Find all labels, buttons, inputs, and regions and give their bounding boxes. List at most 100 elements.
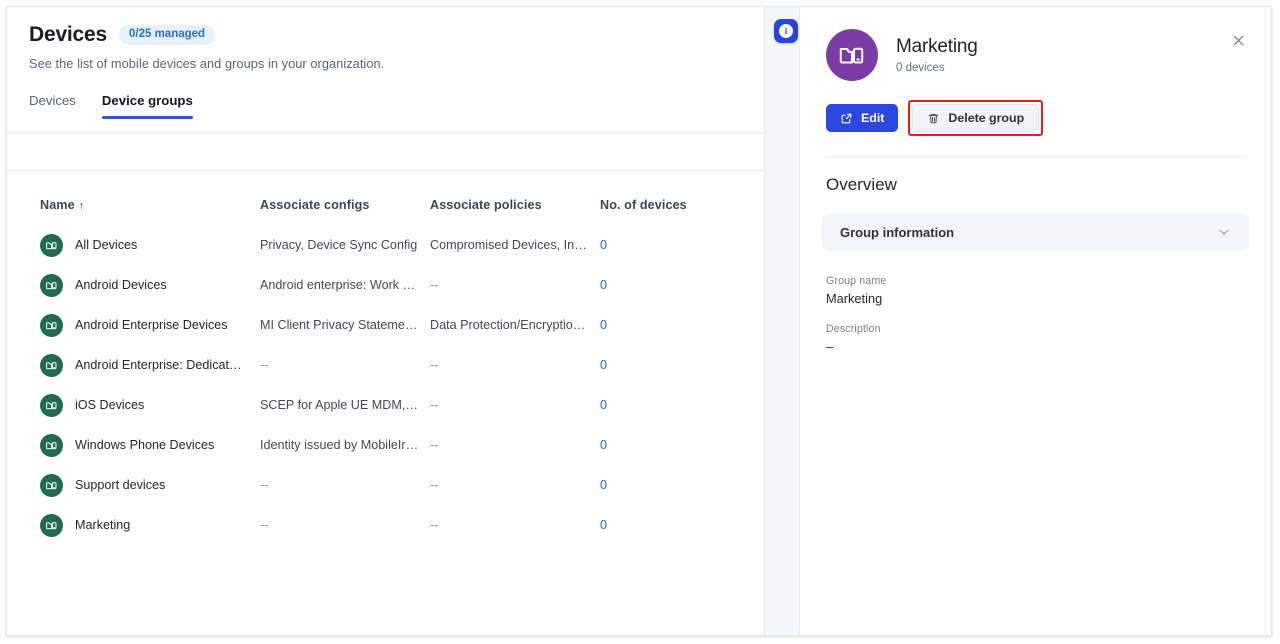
row-device-count[interactable]: 0 bbox=[600, 478, 710, 492]
column-header-name-label: Name bbox=[40, 198, 75, 212]
row-name-cell[interactable]: Support devices bbox=[40, 474, 260, 497]
edit-button-label: Edit bbox=[861, 111, 884, 125]
row-associate-configs: MI Client Privacy Stateme… bbox=[260, 318, 430, 332]
row-name-cell[interactable]: Android Devices bbox=[40, 274, 260, 297]
row-associate-configs: -- bbox=[260, 358, 430, 372]
device-group-icon bbox=[40, 314, 63, 337]
chevron-down-icon bbox=[1217, 225, 1231, 239]
managed-count-badge: 0/25 managed bbox=[119, 25, 215, 45]
row-associate-configs: -- bbox=[260, 518, 430, 532]
row-name-label: Android Enterprise: Dedicated … bbox=[75, 358, 247, 372]
device-groups-table: Name ↑ Associate configs Associate polici… bbox=[7, 185, 764, 545]
drawer-title: Marketing bbox=[896, 36, 978, 58]
row-name-cell[interactable]: iOS Devices bbox=[40, 394, 260, 417]
row-name-label: iOS Devices bbox=[75, 398, 144, 412]
toolbar-divider bbox=[7, 170, 764, 171]
column-header-associate-policies[interactable]: Associate policies bbox=[430, 198, 600, 212]
row-associate-policies: -- bbox=[430, 478, 600, 492]
row-device-count[interactable]: 0 bbox=[600, 278, 710, 292]
field-group-name: Group name Marketing bbox=[826, 275, 1245, 306]
row-name-cell[interactable]: Android Enterprise: Dedicated … bbox=[40, 354, 260, 377]
drawer-title-block: Marketing 0 devices bbox=[896, 36, 978, 74]
app-root: Devices 0/25 managed See the list of mob… bbox=[0, 0, 1280, 644]
overview-heading: Overview bbox=[826, 175, 1245, 195]
device-group-icon bbox=[40, 474, 63, 497]
row-associate-policies: Data Protection/Encryptio… bbox=[430, 318, 600, 332]
row-device-count[interactable]: 0 bbox=[600, 518, 710, 532]
table-header-row: Name ↑ Associate configs Associate polici… bbox=[7, 185, 764, 225]
toolbar-strip bbox=[7, 133, 764, 170]
delete-group-button[interactable]: Delete group bbox=[912, 104, 1039, 132]
device-group-icon bbox=[40, 514, 63, 537]
table-row[interactable]: Android DevicesAndroid enterprise: Work … bbox=[7, 265, 764, 305]
drawer-divider bbox=[826, 156, 1245, 157]
page-title: Devices bbox=[29, 23, 107, 47]
device-group-icon bbox=[40, 434, 63, 457]
drawer-gutter bbox=[764, 7, 799, 635]
group-information-accordion[interactable]: Group information bbox=[822, 213, 1249, 251]
main-content: Devices 0/25 managed See the list of mob… bbox=[7, 7, 764, 635]
device-group-icon bbox=[40, 234, 63, 257]
column-header-name[interactable]: Name ↑ bbox=[40, 198, 260, 212]
row-device-count[interactable]: 0 bbox=[600, 438, 710, 452]
row-name-label: Windows Phone Devices bbox=[75, 438, 214, 452]
table-body: All DevicesPrivacy, Device Sync ConfigCo… bbox=[7, 225, 764, 545]
info-icon-glyph: i bbox=[779, 24, 793, 38]
table-row[interactable]: All DevicesPrivacy, Device Sync ConfigCo… bbox=[7, 225, 764, 265]
group-detail-drawer: Marketing 0 devices Edit bbox=[799, 7, 1271, 635]
page-header: Devices 0/25 managed See the list of mob… bbox=[7, 7, 764, 71]
delete-group-highlight: Delete group bbox=[908, 100, 1043, 136]
external-link-icon bbox=[840, 112, 853, 125]
row-device-count[interactable]: 0 bbox=[600, 398, 710, 412]
table-row[interactable]: Windows Phone Devices Identity issued by … bbox=[7, 425, 764, 465]
field-description: Description – bbox=[826, 323, 1245, 354]
group-information-label: Group information bbox=[840, 225, 954, 240]
drawer-header: Marketing 0 devices Edit bbox=[800, 7, 1271, 136]
row-name-label: Marketing bbox=[75, 518, 130, 532]
row-name-cell[interactable]: Marketing bbox=[40, 514, 260, 537]
row-device-count[interactable]: 0 bbox=[600, 238, 710, 252]
row-name-label: Android Enterprise Devices bbox=[75, 318, 228, 332]
close-icon[interactable] bbox=[1227, 29, 1249, 51]
table-row[interactable]: Support devices----0 bbox=[7, 465, 764, 505]
row-associate-configs: SCEP for Apple UE MDM, … bbox=[260, 398, 430, 412]
row-name-cell[interactable]: Windows Phone Devices bbox=[40, 434, 260, 457]
table-row[interactable]: Android Enterprise: Dedicated …----0 bbox=[7, 345, 764, 385]
field-group-name-value: Marketing bbox=[826, 291, 1245, 306]
info-icon[interactable]: i bbox=[774, 19, 798, 43]
row-name-cell[interactable]: Android Enterprise Devices bbox=[40, 314, 260, 337]
column-header-associate-configs[interactable]: Associate configs bbox=[260, 198, 430, 212]
row-name-label: All Devices bbox=[75, 238, 137, 252]
row-name-cell[interactable]: All Devices bbox=[40, 234, 260, 257]
device-group-icon bbox=[826, 29, 878, 81]
edit-button[interactable]: Edit bbox=[826, 104, 898, 132]
row-name-label: Android Devices bbox=[75, 278, 167, 292]
row-associate-configs: Identity issued by MobileIr… bbox=[260, 438, 430, 452]
row-associate-policies: -- bbox=[430, 518, 600, 532]
page-subtitle: See the list of mobile devices and group… bbox=[29, 56, 764, 71]
row-device-count[interactable]: 0 bbox=[600, 318, 710, 332]
row-associate-policies: Compromised Devices, Int… bbox=[430, 238, 600, 252]
title-row: Devices 0/25 managed bbox=[29, 23, 764, 47]
drawer-actions: Edit Delete group bbox=[826, 100, 1245, 136]
drawer-device-count: 0 devices bbox=[896, 62, 978, 74]
drawer-identity: Marketing 0 devices bbox=[826, 29, 1245, 81]
row-associate-policies: -- bbox=[430, 438, 600, 452]
row-associate-configs: -- bbox=[260, 478, 430, 492]
field-description-label: Description bbox=[826, 323, 1245, 335]
tab-device-groups[interactable]: Device groups bbox=[102, 93, 193, 119]
table-row[interactable]: Marketing----0 bbox=[7, 505, 764, 545]
column-header-no-of-devices[interactable]: No. of devices bbox=[600, 198, 710, 212]
page-frame: Devices 0/25 managed See the list of mob… bbox=[6, 6, 1272, 636]
row-associate-policies: -- bbox=[430, 278, 600, 292]
table-row[interactable]: iOS DevicesSCEP for Apple UE MDM, …--0 bbox=[7, 385, 764, 425]
delete-group-button-label: Delete group bbox=[948, 111, 1024, 125]
device-group-icon bbox=[40, 394, 63, 417]
tab-devices[interactable]: Devices bbox=[29, 93, 76, 119]
field-description-value: – bbox=[826, 339, 1245, 354]
device-group-icon bbox=[40, 354, 63, 377]
row-device-count[interactable]: 0 bbox=[600, 358, 710, 372]
table-row[interactable]: Android Enterprise Devices MI Client Priv… bbox=[7, 305, 764, 345]
field-group-name-label: Group name bbox=[826, 275, 1245, 287]
sort-ascending-icon: ↑ bbox=[79, 200, 85, 212]
